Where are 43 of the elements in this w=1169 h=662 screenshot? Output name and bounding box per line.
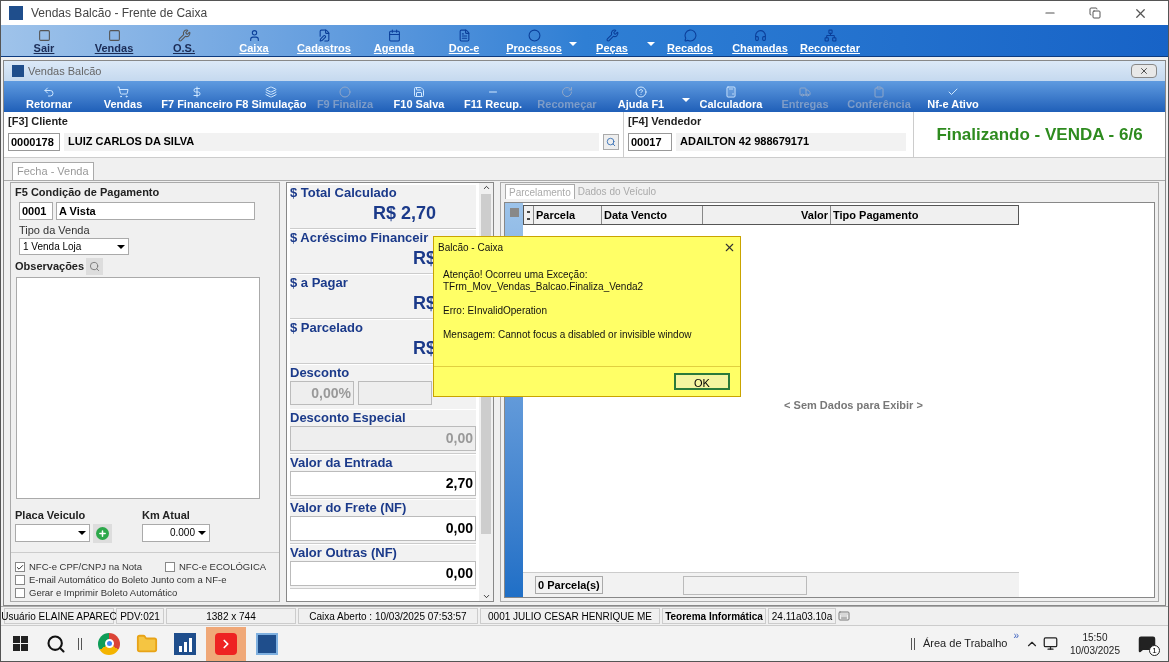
- field-label: [F3] Cliente: [8, 114, 69, 129]
- dialog-message: Erro: EInvalidOperation: [443, 305, 548, 317]
- checkbox-label: Gerar e Imprimir Boleto Automático: [29, 587, 178, 599]
- field-label: F5 Condição de Pagamento: [15, 185, 161, 200]
- sale-status-title: Finalizando - VENDA - 6/6: [936, 123, 1143, 146]
- dialog-title: Balcão - Caixa: [438, 240, 504, 255]
- field-label: Desconto: [290, 365, 351, 381]
- total-label: $ Total Calculado: [290, 185, 397, 201]
- checkbox-label: NFC-e CPF/CNPJ na Nota: [29, 561, 142, 573]
- status-text: Caixa Aberto : 10/03/2025 07:53:57: [298, 608, 478, 624]
- field-label: Observações: [15, 259, 85, 275]
- dialog-message: Atenção! Ocorreu uma Exceção:: [443, 269, 589, 281]
- total-label: $ Parcelado: [290, 320, 363, 336]
- empty-message: < Sem Dados para Exibir >: [784, 398, 923, 413]
- parcel-count: 0 Parcela(s): [535, 575, 603, 595]
- clock-time: 15:50: [1082, 630, 1108, 644]
- field-label: Valor do Frete (NF): [290, 500, 408, 516]
- dialog-message: TFrm_Mov_Vendas_Balcao.Finaliza_Venda2: [443, 281, 645, 293]
- total-label: $ Acréscimo Financeir: [290, 230, 429, 246]
- status-text: 0001 JULIO CESAR HENRIQUE ME: [480, 608, 660, 624]
- field-label: Desconto Especial: [290, 410, 407, 426]
- dialog-message: Mensagem: Cannot focus a disabled or invisible window: [443, 329, 693, 341]
- field-label: Valor da Entrada: [290, 455, 394, 471]
- status-text: Usuário ELAINE APAREC: [4, 608, 114, 624]
- status-text: Teorema Informática: [662, 608, 766, 624]
- total-value: R$ 2,70: [372, 202, 437, 225]
- window-title: Vendas Balcão - Frente de Caixa: [31, 5, 208, 22]
- field-label: Valor Outras (NF): [290, 545, 398, 561]
- status-text: PDV:021: [116, 608, 164, 624]
- client-name-field: LUIZ CARLOS DA SILVA: [64, 132, 600, 151]
- field-label: Km Atual: [142, 508, 191, 523]
- total-label: $ a Pagar: [290, 275, 348, 291]
- field-label: Tipo da Venda: [19, 222, 91, 238]
- clock-date: 10/03/2025: [1069, 643, 1120, 657]
- status-text: 24.11a03.10a: [768, 608, 836, 624]
- notification-badge: 1: [1149, 644, 1160, 656]
- status-text: 1382 x 744: [166, 608, 296, 624]
- seller-name-field: ADAILTON 42 988679171: [676, 132, 906, 151]
- checkbox-label: E-mail Automático do Boleto Junto com a NF-e: [29, 574, 227, 586]
- checkbox-label: NFC-e ECOLÓGICA: [179, 561, 267, 573]
- field-label: [F4] Vendedor: [628, 114, 703, 129]
- field-label: Placa Veiculo: [15, 508, 87, 523]
- window-title: Vendas Balcão: [28, 63, 102, 79]
